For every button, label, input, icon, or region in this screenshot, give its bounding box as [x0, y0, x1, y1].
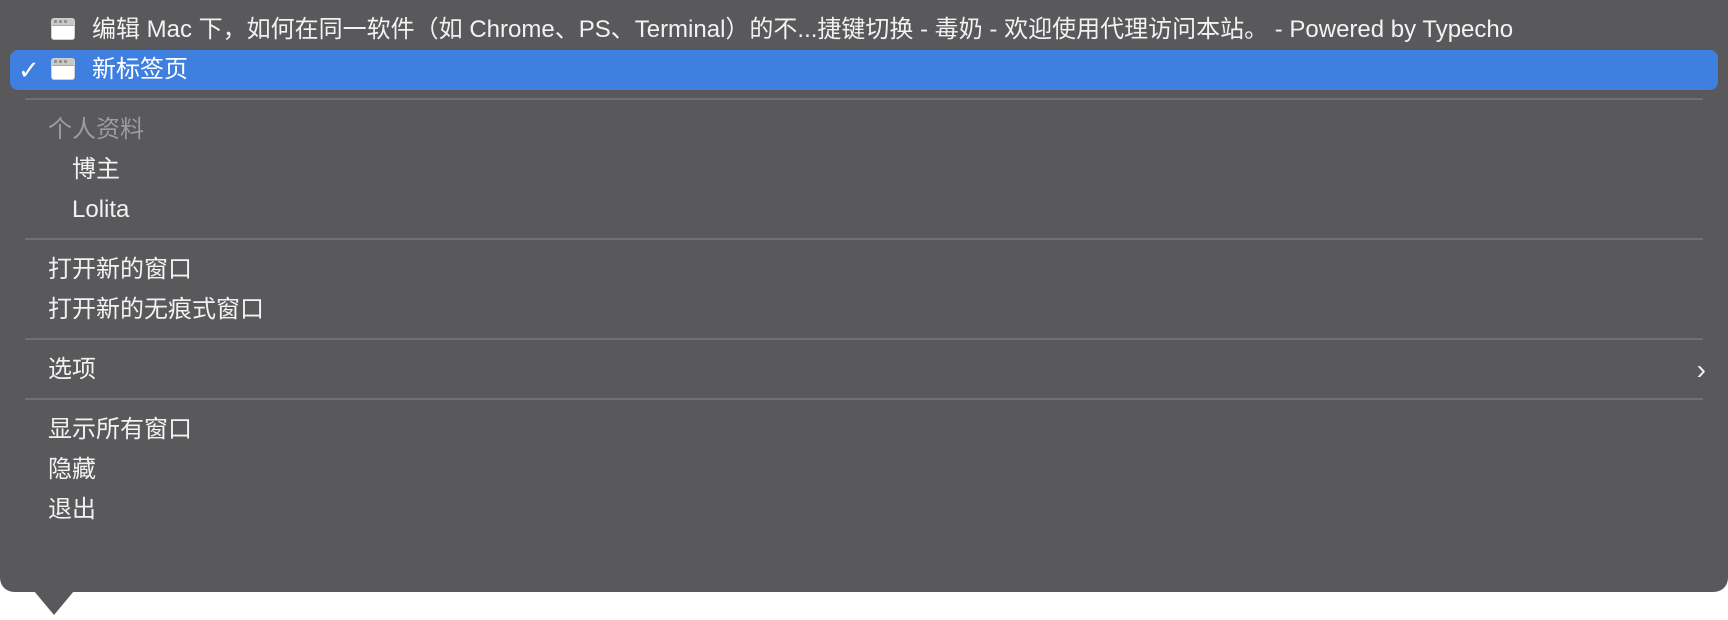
separator	[25, 238, 1703, 240]
window-item-new-tab[interactable]: ✓ 新标签页	[10, 50, 1718, 90]
window-item-typecho[interactable]: 编辑 Mac 下，如何在同一软件（如 Chrome、PS、Terminal）的不…	[10, 10, 1718, 50]
new-window-item[interactable]: 打开新的窗口	[10, 250, 1718, 290]
chevron-right-icon: ›	[1696, 354, 1706, 385]
new-incognito-window-label: 打开新的无痕式窗口	[48, 296, 264, 323]
profiles-header-label: 个人资料	[48, 116, 144, 143]
profile-item-lolita[interactable]: Lolita	[10, 190, 1718, 230]
menu-pointer	[34, 591, 74, 615]
profile-item-label: 博主	[72, 156, 120, 183]
browser-window-icon	[51, 18, 75, 40]
separator	[25, 98, 1703, 100]
dock-context-menu: 编辑 Mac 下，如何在同一软件（如 Chrome、PS、Terminal）的不…	[0, 0, 1728, 592]
show-all-windows-item[interactable]: 显示所有窗口	[10, 410, 1718, 450]
profile-item-label: Lolita	[72, 196, 130, 223]
hide-item[interactable]: 隐藏	[10, 450, 1718, 490]
quit-item[interactable]: 退出	[10, 490, 1718, 530]
show-all-windows-label: 显示所有窗口	[48, 416, 192, 443]
separator	[25, 338, 1703, 340]
options-label: 选项	[48, 356, 96, 383]
browser-window-icon	[51, 58, 75, 80]
window-title: 新标签页	[92, 56, 188, 83]
options-item[interactable]: 选项 ›	[10, 350, 1718, 390]
new-incognito-window-item[interactable]: 打开新的无痕式窗口	[10, 290, 1718, 330]
quit-label: 退出	[48, 496, 96, 523]
separator	[25, 398, 1703, 400]
checkmark-icon: ✓	[18, 55, 40, 85]
hide-label: 隐藏	[48, 456, 96, 483]
window-title: 编辑 Mac 下，如何在同一软件（如 Chrome、PS、Terminal）的不…	[92, 16, 1514, 43]
new-window-label: 打开新的窗口	[48, 256, 192, 283]
profile-item-blogger[interactable]: 博主	[10, 150, 1718, 190]
profiles-header: 个人资料	[10, 110, 1718, 150]
